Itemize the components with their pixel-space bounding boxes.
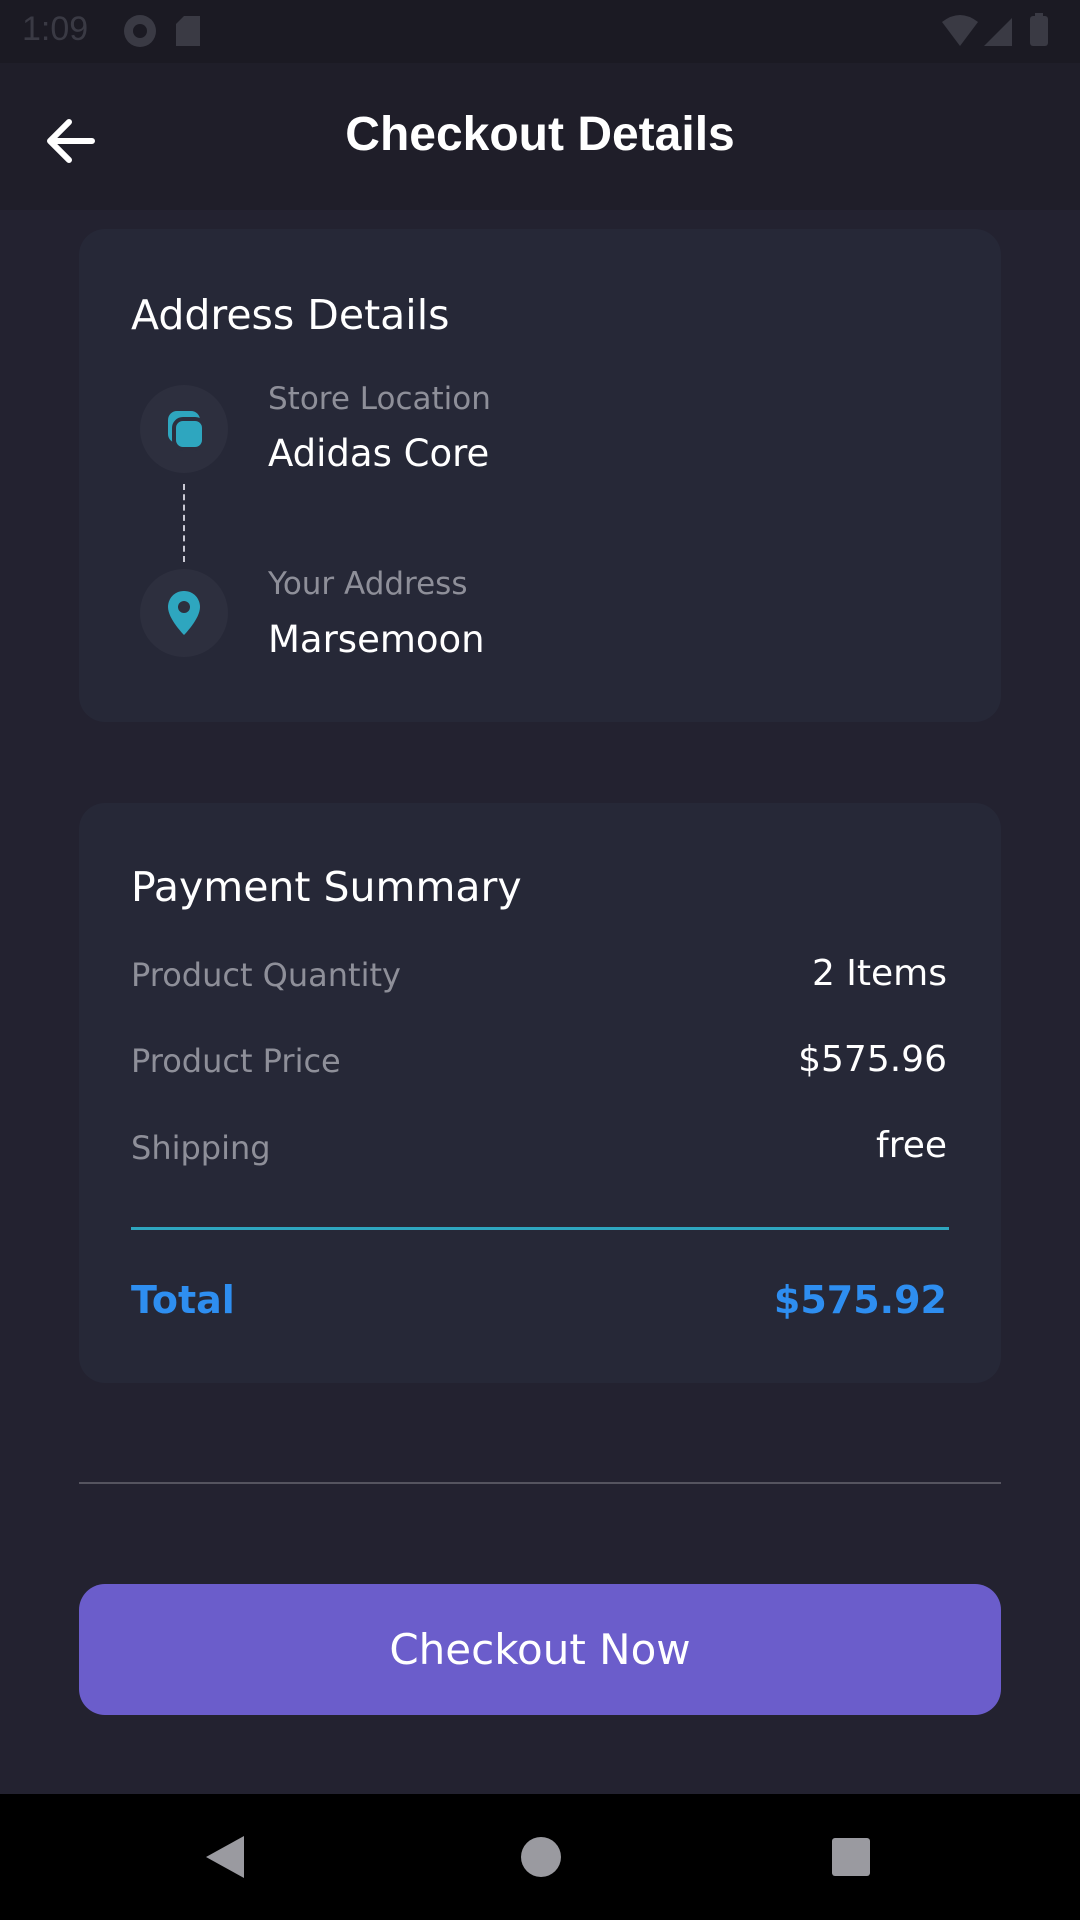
address-icon-wrap — [140, 569, 228, 657]
total-label: Total — [131, 1278, 235, 1322]
shipping-value: free — [876, 1125, 947, 1166]
app-bar: Checkout Details — [0, 63, 1080, 210]
store-icon-wrap — [140, 385, 228, 473]
status-icons-right — [940, 12, 1060, 56]
payment-card: Payment Summary Product Quantity 2 Items… — [79, 803, 1001, 1383]
checkout-now-button[interactable]: Checkout Now — [79, 1584, 1001, 1715]
system-nav-bar — [0, 1794, 1080, 1920]
recents-square-icon — [832, 1838, 870, 1876]
wifi-icon — [942, 15, 978, 46]
address-card: Address Details Store Location Adidas Co… — [79, 229, 1001, 722]
nav-recents-button[interactable] — [826, 1832, 876, 1886]
section-divider — [79, 1482, 1001, 1484]
store-location-value: Adidas Core — [268, 432, 490, 475]
quantity-value: 2 Items — [811, 953, 947, 994]
home-circle-icon — [521, 1837, 561, 1877]
data-saver-icon — [124, 15, 156, 47]
status-time: 1:09 — [22, 10, 89, 48]
shipping-label: Shipping — [131, 1129, 271, 1167]
quantity-label: Product Quantity — [131, 956, 401, 994]
nav-back-button[interactable] — [200, 1832, 250, 1886]
price-label: Product Price — [131, 1042, 341, 1080]
sd-card-icon — [176, 16, 200, 46]
store-icon — [168, 411, 206, 451]
total-divider — [131, 1227, 949, 1230]
payment-title: Payment Summary — [131, 863, 522, 911]
store-location-label: Store Location — [268, 381, 491, 417]
route-dashed-line — [183, 484, 185, 562]
your-address-value: Marsemoon — [268, 618, 485, 661]
nav-home-button[interactable] — [516, 1832, 566, 1886]
status-bar: 1:09 — [0, 0, 1080, 63]
status-icons-left — [120, 12, 240, 56]
address-title: Address Details — [131, 291, 450, 339]
your-address-label: Your Address — [268, 566, 468, 602]
total-value: $575.92 — [773, 1278, 947, 1322]
back-triangle-icon — [206, 1836, 244, 1878]
page-title: Checkout Details — [345, 108, 735, 161]
signal-icon — [984, 18, 1012, 46]
battery-icon — [1030, 13, 1048, 46]
location-pin-icon — [168, 591, 200, 635]
price-value: $575.96 — [798, 1039, 947, 1080]
